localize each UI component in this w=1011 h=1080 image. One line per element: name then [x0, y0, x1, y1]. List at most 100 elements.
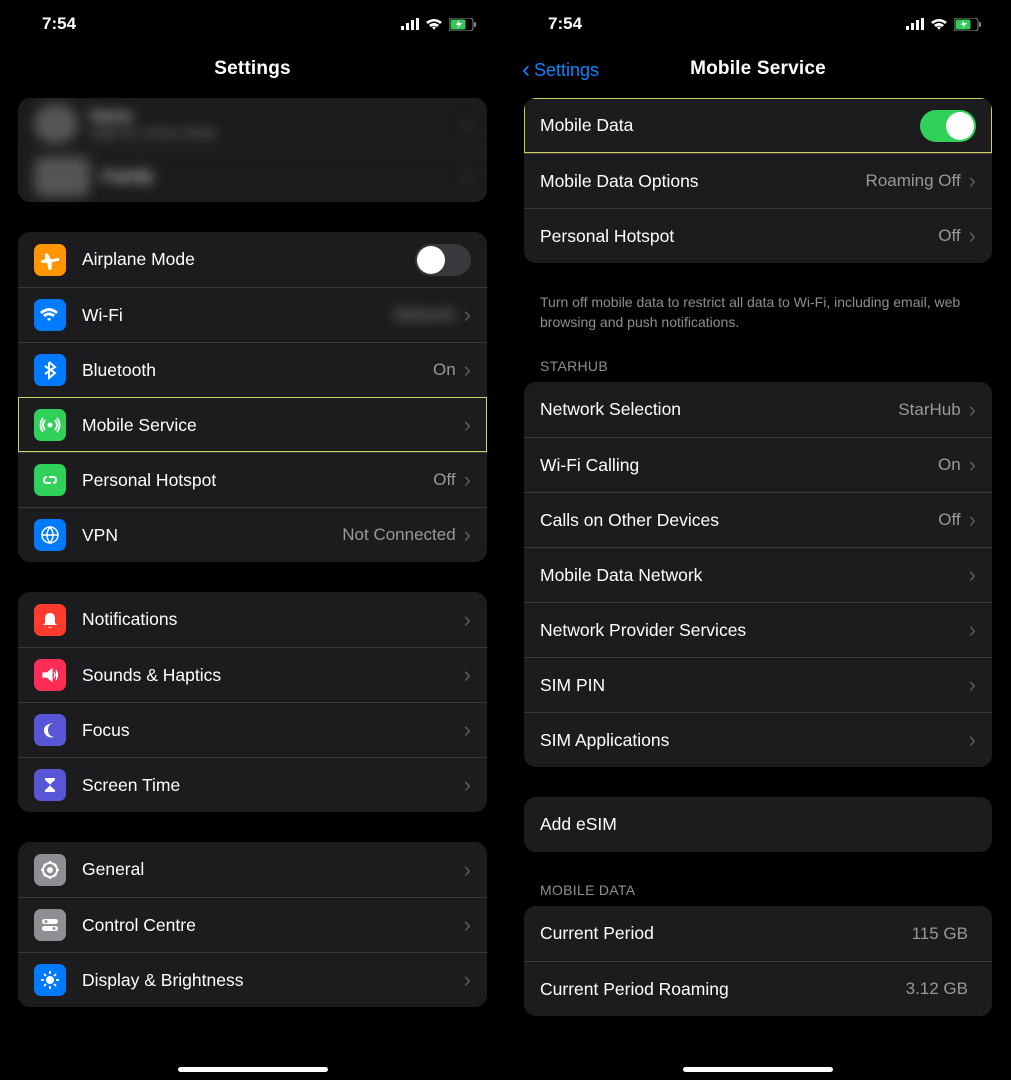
row-control[interactable]: Control Centre›	[18, 897, 487, 952]
row-notif[interactable]: Notifications›	[18, 592, 487, 647]
row-focus[interactable]: Focus›	[18, 702, 487, 757]
row-nps[interactable]: Network Provider Services›	[524, 602, 992, 657]
row-mdata[interactable]: Mobile Data	[524, 98, 992, 153]
page-title: Settings	[0, 58, 505, 80]
switches-icon	[34, 909, 66, 941]
chevron-right-icon: ›	[969, 223, 976, 249]
row-value: 115 GB	[912, 924, 968, 944]
row-curroam[interactable]: Current Period Roaming3.12 GB	[524, 961, 992, 1016]
row-bt[interactable]: BluetoothOn›	[18, 342, 487, 397]
chevron-right-icon: ›	[464, 717, 471, 743]
battery-icon	[449, 18, 477, 31]
family-row[interactable]: Family ›	[18, 150, 487, 202]
row-mopts[interactable]: Mobile Data OptionsRoaming Off›	[524, 153, 992, 208]
row-screen[interactable]: Screen Time›	[18, 757, 487, 812]
row-label: Calls on Other Devices	[540, 510, 938, 531]
row-label: Wi-Fi Calling	[540, 455, 938, 476]
group-header-mobile-data: MOBILE DATA	[540, 882, 976, 898]
row-value: Not Connected	[342, 525, 455, 545]
row-wificall[interactable]: Wi-Fi CallingOn›	[524, 437, 992, 492]
link-icon	[34, 464, 66, 496]
status-bar: 7:54	[506, 0, 1010, 44]
speaker-icon	[34, 659, 66, 691]
chevron-right-icon: ›	[464, 467, 471, 493]
battery-icon	[954, 18, 982, 31]
chevron-right-icon: ›	[464, 302, 471, 328]
moon-icon	[34, 714, 66, 746]
row-label: Personal Hotspot	[82, 470, 433, 491]
row-sounds[interactable]: Sounds & Haptics›	[18, 647, 487, 702]
chevron-right-icon: ›	[969, 397, 976, 423]
wifi-icon	[930, 18, 948, 31]
chevron-right-icon: ›	[969, 507, 976, 533]
row-label: Mobile Service	[82, 415, 464, 436]
row-simpin[interactable]: SIM PIN›	[524, 657, 992, 712]
toggle-mdata[interactable]	[920, 110, 976, 142]
home-indicator[interactable]	[178, 1067, 328, 1072]
back-button[interactable]: ‹ Settings	[522, 56, 599, 84]
notifications-section: Notifications›Sounds & Haptics›Focus›Scr…	[18, 592, 487, 812]
row-curper[interactable]: Current Period115 GB	[524, 906, 992, 961]
wifi-icon	[34, 299, 66, 331]
toggle-airplane[interactable]	[415, 244, 471, 276]
status-icons	[401, 18, 477, 31]
row-label: Wi-Fi	[82, 305, 393, 326]
row-hotspot[interactable]: Personal HotspotOff ›	[18, 452, 487, 507]
back-label: Settings	[534, 60, 599, 81]
row-label: Network Selection	[540, 399, 898, 420]
chevron-right-icon: ›	[969, 562, 976, 588]
cellular-bars-icon	[401, 18, 419, 30]
chevron-right-icon: ›	[464, 857, 471, 883]
row-value: Off	[938, 226, 960, 246]
row-photsp[interactable]: Personal HotspotOff›	[524, 208, 992, 263]
avatar	[34, 104, 78, 144]
chevron-right-icon: ›	[969, 617, 976, 643]
row-label: SIM PIN	[540, 675, 969, 696]
row-label: Notifications	[82, 609, 464, 630]
row-simapp[interactable]: SIM Applications›	[524, 712, 992, 767]
row-airplane[interactable]: Airplane Mode	[18, 232, 487, 287]
row-netsel[interactable]: Network SelectionStarHub›	[524, 382, 992, 437]
home-indicator[interactable]	[683, 1067, 833, 1072]
status-icons	[906, 18, 982, 31]
wifi-icon	[425, 18, 443, 31]
row-label: Display & Brightness	[82, 970, 464, 991]
family-avatar-icon	[34, 157, 90, 197]
row-label: Mobile Data	[540, 115, 920, 136]
chevron-right-icon: ›	[464, 111, 471, 137]
row-wifi[interactable]: Wi-FiNetwork›	[18, 287, 487, 342]
row-value: Off	[938, 510, 960, 530]
row-addesim[interactable]: Add eSIM	[524, 797, 992, 852]
row-value: On	[938, 455, 961, 475]
apple-id-row[interactable]: Name Apple ID, iCloud, Media ›	[18, 98, 487, 150]
general-section: General›Control Centre›Display & Brightn…	[18, 842, 487, 1007]
row-general[interactable]: General›	[18, 842, 487, 897]
row-mdnet[interactable]: Mobile Data Network›	[524, 547, 992, 602]
row-vpn[interactable]: VPNNot Connected›	[18, 507, 487, 562]
row-label: Mobile Data Network	[540, 565, 969, 586]
row-mobile[interactable]: Mobile Service›	[18, 397, 487, 452]
chevron-right-icon: ›	[464, 357, 471, 383]
row-label: Control Centre	[82, 915, 464, 936]
row-label: Screen Time	[82, 775, 464, 796]
chevron-right-icon: ›	[969, 168, 976, 194]
row-label: General	[82, 859, 464, 880]
chevron-right-icon: ›	[969, 672, 976, 698]
row-label: Add eSIM	[540, 814, 976, 835]
chevron-right-icon: ›	[464, 412, 471, 438]
row-display[interactable]: Display & Brightness›	[18, 952, 487, 1007]
status-bar: 7:54	[0, 0, 505, 44]
cellular-bars-icon	[906, 18, 924, 30]
bluetooth-icon	[34, 354, 66, 386]
row-value: Roaming Off	[866, 171, 961, 191]
row-value: Off	[433, 470, 455, 490]
row-callsod[interactable]: Calls on Other DevicesOff ›	[524, 492, 992, 547]
profile-section: Name Apple ID, iCloud, Media › Family ›	[18, 98, 487, 202]
row-label: Current Period	[540, 923, 912, 944]
chevron-right-icon: ›	[464, 912, 471, 938]
row-label: VPN	[82, 525, 342, 546]
sun-icon	[34, 964, 66, 996]
antenna-icon	[34, 409, 66, 441]
usage-section: Current Period115 GBCurrent Period Roami…	[524, 906, 992, 1016]
row-label: Airplane Mode	[82, 249, 415, 270]
